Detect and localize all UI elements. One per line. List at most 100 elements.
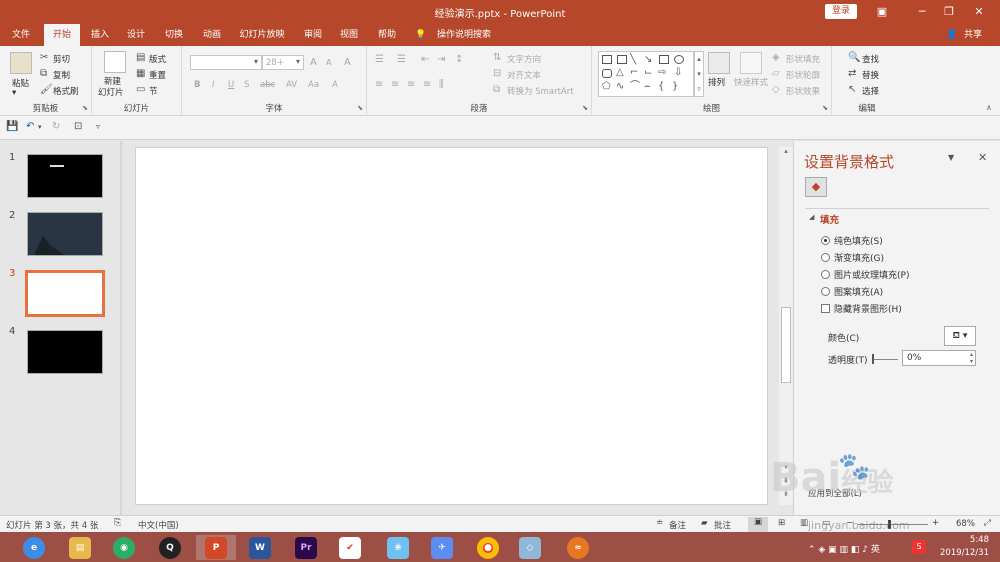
tab-animations[interactable]: 动画 xyxy=(198,24,226,46)
ribbon-display-icon[interactable]: ▣ xyxy=(870,2,894,22)
brace-right-shape-icon[interactable]: } xyxy=(672,81,678,93)
shapes-gallery[interactable]: ╲ ↘ △ ⌐ ⌙ ⇨ ⇩ ⬠ ∿ ⌒ ⌢ { } xyxy=(598,51,694,97)
shapes-scroll[interactable]: ▴ ▾ ▿ xyxy=(694,51,704,97)
tray-icons[interactable]: ⌃ ◈ ▣ ▥ ◧ ♪ 英 xyxy=(808,542,880,555)
gradient-fill-label[interactable]: 渐变填充(G) xyxy=(834,251,884,264)
shadow-button[interactable]: S xyxy=(244,80,249,90)
login-button[interactable]: 登录 xyxy=(825,4,857,19)
char-spacing-button[interactable]: AV xyxy=(286,80,297,90)
curve-shape-icon[interactable]: ∿ xyxy=(616,81,624,93)
save-icon[interactable]: 💾 xyxy=(6,121,18,133)
oval-shape-icon[interactable] xyxy=(674,55,684,64)
pattern-fill-radio[interactable] xyxy=(821,287,830,296)
change-case-button[interactable]: Aa xyxy=(308,80,319,90)
sorter-view-icon[interactable]: ⊞ xyxy=(778,518,785,528)
line-shape-icon[interactable]: ╲ xyxy=(630,54,636,66)
font-color-button[interactable]: A xyxy=(332,80,338,90)
justify-icon[interactable]: ≡ xyxy=(423,79,431,91)
quick-styles-button[interactable]: 快速样式 xyxy=(734,76,768,88)
solid-fill-label[interactable]: 纯色填充(S) xyxy=(834,234,883,247)
replace-button[interactable]: 替换 xyxy=(862,69,879,81)
zoom-in-icon[interactable]: + xyxy=(932,518,939,528)
taskbar-file-explorer-icon[interactable]: ▤ xyxy=(62,535,98,560)
textbox-shape-icon[interactable] xyxy=(602,55,612,64)
transparency-input[interactable]: 0% ▴ ▾ xyxy=(902,350,976,366)
brace-left-shape-icon[interactable]: { xyxy=(658,81,664,93)
elbow-shape-icon[interactable]: ⌙ xyxy=(644,67,652,79)
font-name-combo[interactable]: ▾ xyxy=(190,55,262,70)
select-button[interactable]: 选择 xyxy=(862,85,879,97)
taskbar-wps-icon[interactable]: ✔ xyxy=(332,535,368,560)
pane-close-icon[interactable]: ✕ xyxy=(978,151,987,164)
font-launcher-icon[interactable]: ⬊ xyxy=(357,104,363,112)
undo-icon[interactable]: ↶ xyxy=(26,121,34,133)
tab-design[interactable]: 设计 xyxy=(122,24,150,46)
slide-thumbnail-4[interactable] xyxy=(27,330,103,374)
pattern-fill-label[interactable]: 图案填充(A) xyxy=(834,285,883,298)
fill-section-header[interactable]: 填充 xyxy=(820,212,839,226)
taskbar-wechat-icon[interactable]: ◉ xyxy=(106,535,142,560)
hide-bg-graphics-label[interactable]: 隐藏背景图形(H) xyxy=(834,302,902,315)
collapse-ribbon-icon[interactable]: ∧ xyxy=(986,102,992,114)
tab-file[interactable]: 文件 xyxy=(6,24,36,46)
fill-bucket-icon[interactable]: ◆ xyxy=(805,177,827,197)
paste-icon[interactable] xyxy=(10,52,32,74)
clipboard-launcher-icon[interactable]: ⬊ xyxy=(82,104,88,112)
collapse-fill-icon[interactable]: ◢ xyxy=(809,213,814,221)
layout-button[interactable]: 版式 xyxy=(149,53,166,65)
new-slide-icon[interactable] xyxy=(104,51,126,73)
numbering-icon[interactable]: ☰ xyxy=(397,54,406,66)
format-painter-button[interactable]: 格式刷 xyxy=(53,85,79,97)
columns-icon[interactable]: ⫼ xyxy=(439,79,444,91)
undo-dropdown-icon[interactable]: ▾ xyxy=(38,121,42,133)
taskbar-chrome-icon[interactable]: ● xyxy=(470,535,506,560)
taskbar-feishu-icon[interactable]: ✈ xyxy=(424,535,460,560)
shape-fill-button[interactable]: 形状填充 xyxy=(786,53,820,65)
shrink-font-button[interactable]: A xyxy=(326,58,331,67)
reset-button[interactable]: 重置 xyxy=(149,69,166,81)
grow-font-button[interactable]: A xyxy=(310,57,317,68)
clock-time[interactable]: 5:48 xyxy=(945,535,989,545)
tab-insert[interactable]: 插入 xyxy=(86,24,114,46)
section-button[interactable]: 节 xyxy=(149,85,158,97)
transparency-slider-thumb[interactable] xyxy=(872,354,874,364)
fit-to-window-icon[interactable]: ⤢ xyxy=(984,518,991,528)
comments-button[interactable]: 批注 xyxy=(714,519,731,531)
increase-indent-icon[interactable]: ⇥ xyxy=(437,54,445,66)
restore-button[interactable]: ❐ xyxy=(937,2,961,22)
arrange-icon[interactable] xyxy=(708,52,730,74)
taskbar-qq-icon[interactable]: Q xyxy=(152,535,188,560)
rect-shape-icon[interactable] xyxy=(659,55,669,64)
tab-review[interactable]: 审阅 xyxy=(300,24,326,46)
cut-button[interactable]: 剪切 xyxy=(53,53,70,65)
pentagon-shape-icon[interactable]: ⬠ xyxy=(602,81,611,93)
align-text-button[interactable]: 对齐文本 xyxy=(507,69,541,81)
arc-shape-icon[interactable]: ⌒ xyxy=(630,81,640,93)
arrow-shape-icon[interactable]: ↘ xyxy=(644,54,652,66)
new-slide-label-2[interactable]: 幻灯片 xyxy=(98,86,124,98)
close-button[interactable]: ✕ xyxy=(967,2,991,22)
bullets-icon[interactable]: ☰ xyxy=(375,54,384,66)
tab-home[interactable]: 开始 xyxy=(44,24,80,46)
slide-thumbnail-1[interactable] xyxy=(27,154,103,198)
spinner-icon[interactable]: ▴ ▾ xyxy=(970,351,973,365)
language-status[interactable]: 中文(中国) xyxy=(138,519,179,531)
tab-help[interactable]: 帮助 xyxy=(374,24,400,46)
scroll-up-icon[interactable]: ▴ xyxy=(779,147,793,159)
current-slide-canvas[interactable] xyxy=(135,147,768,505)
start-slideshow-icon[interactable]: ⊡ xyxy=(74,121,82,133)
vtextbox-shape-icon[interactable] xyxy=(617,55,627,64)
taskbar-word-icon[interactable]: W xyxy=(242,535,278,560)
shape-outline-button[interactable]: 形状轮廓 xyxy=(786,69,820,81)
hide-bg-graphics-checkbox[interactable] xyxy=(821,304,830,313)
solid-fill-radio[interactable] xyxy=(821,236,830,245)
scroll-thumb[interactable] xyxy=(781,307,791,383)
redo-icon[interactable]: ↻ xyxy=(52,121,60,133)
tab-transitions[interactable]: 切换 xyxy=(160,24,188,46)
taskbar-premiere-icon[interactable]: Pr xyxy=(288,535,324,560)
italic-button[interactable]: I xyxy=(212,80,215,90)
taskbar-browser360-icon[interactable]: e xyxy=(16,535,52,560)
find-button[interactable]: 查找 xyxy=(862,53,879,65)
slide-thumbnail-2[interactable] xyxy=(27,212,103,256)
tab-view[interactable]: 视图 xyxy=(336,24,362,46)
